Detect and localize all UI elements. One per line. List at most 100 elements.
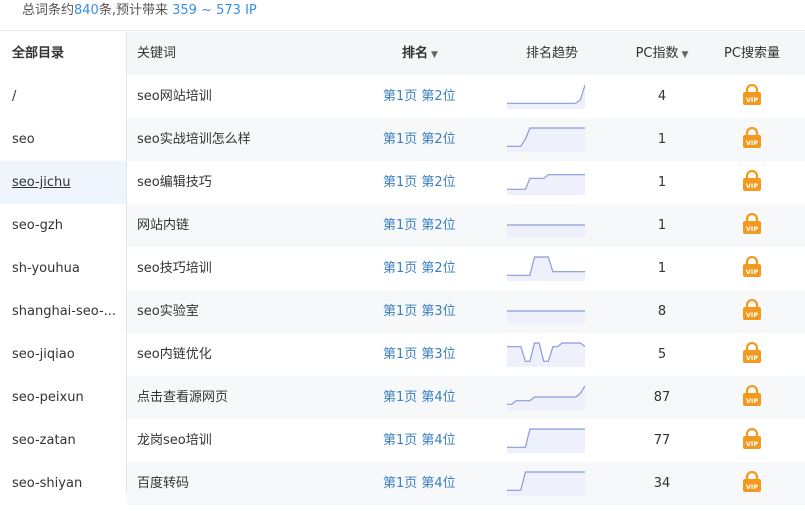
pc-volume-cell: VIP (712, 290, 792, 333)
pc-index-value: 5 (657, 347, 667, 362)
keyword-cell[interactable]: 网站内链 (137, 204, 377, 247)
sparkline-svg (507, 342, 585, 367)
header-rank[interactable]: 排名 ▼ (402, 32, 492, 75)
keyword-cell[interactable]: 点击查看源网页 (137, 376, 377, 419)
sparkline-area (507, 85, 585, 109)
sidebar-title[interactable]: 全部目录 (0, 32, 126, 75)
svg-text:VIP: VIP (746, 268, 758, 276)
svg-text:VIP: VIP (746, 397, 758, 405)
sparkline-svg (507, 256, 585, 281)
rank-link[interactable]: 第1页 第3位 (383, 290, 473, 333)
keyword-cell[interactable]: 龙岗seo培训 (137, 419, 377, 462)
keyword-cell[interactable]: 百度转码 (137, 462, 377, 505)
sidebar-item-seo-jiqiao[interactable]: seo-jiqiao (0, 333, 126, 376)
pc-volume-cell: VIP (712, 376, 792, 419)
vip-lock-icon[interactable]: VIP (742, 127, 762, 149)
sparkline-svg (507, 84, 585, 109)
rank-trend-sparkline (507, 118, 587, 161)
caret-down-icon[interactable]: ▼ (431, 50, 438, 60)
table-header-row: 关键词 排名 ▼ 排名趋势 PC指数 ▼ PC搜索量 (127, 32, 805, 75)
sparkline-area (507, 257, 585, 281)
sparkline-area (507, 311, 585, 324)
summary-tilde: ~ (196, 3, 217, 18)
keyword-cell[interactable]: seo实验室 (137, 290, 377, 333)
keyword-cell[interactable]: seo网站培训 (137, 75, 377, 118)
rank-trend-sparkline (507, 419, 587, 462)
header-pc-volume: PC搜索量 (724, 46, 780, 61)
table-row: seo内链优化 第1页 第3位 5 VIP (127, 333, 805, 376)
rank-trend-sparkline (507, 161, 587, 204)
rank-trend-sparkline (507, 75, 587, 118)
svg-text:VIP: VIP (746, 440, 758, 448)
table-row: seo网站培训 第1页 第2位 4 VIP (127, 75, 805, 118)
vip-lock-icon[interactable]: VIP (742, 256, 762, 278)
sidebar-item-seo-gzh[interactable]: seo-gzh (0, 204, 126, 247)
sidebar-item-seo[interactable]: seo (0, 118, 126, 161)
summary-bar: 总词条约840条,预计带来 359 ~ 573 IP (0, 0, 805, 31)
rank-link[interactable]: 第1页 第4位 (383, 419, 473, 462)
vip-lock-icon[interactable]: VIP (742, 299, 762, 321)
table-row: seo编辑技巧 第1页 第2位 1 VIP (127, 161, 805, 204)
keyword-table: 关键词 排名 ▼ 排名趋势 PC指数 ▼ PC搜索量 seo网站培训 第1页 第2位 4… (127, 32, 805, 505)
svg-text:VIP: VIP (746, 354, 758, 362)
sparkline-svg (507, 471, 585, 496)
rank-trend-sparkline (507, 462, 587, 505)
table-row: seo实验室 第1页 第3位 8 VIP (127, 290, 805, 333)
header-pc-index[interactable]: PC指数 ▼ (627, 32, 697, 75)
directory-sidebar: 全部目录 / seo seo-jichu seo-gzh sh-youhua s… (0, 32, 127, 494)
table-row: 百度转码 第1页 第4位 34 VIP (127, 462, 805, 505)
pc-index-value: 4 (657, 89, 667, 104)
pc-volume-cell: VIP (712, 247, 792, 290)
summary-count: 840 (74, 3, 99, 18)
pc-volume-cell: VIP (712, 462, 792, 505)
sidebar-item-seo-jichu[interactable]: seo-jichu (0, 161, 126, 204)
pc-volume-cell: VIP (712, 333, 792, 376)
sidebar-item-shanghai-seo[interactable]: shanghai-seo-... (0, 290, 126, 333)
sparkline-svg (507, 385, 585, 410)
rank-link[interactable]: 第1页 第4位 (383, 462, 473, 505)
vip-lock-icon[interactable]: VIP (742, 84, 762, 106)
sidebar-item-seo-shiyan[interactable]: seo-shiyan (0, 462, 126, 505)
svg-text:VIP: VIP (746, 96, 758, 104)
table-body: seo网站培训 第1页 第2位 4 VIP seo实战培训怎么样 第1页 第2位 1 VIP s… (127, 75, 805, 505)
pc-volume-cell: VIP (712, 118, 792, 161)
rank-link[interactable]: 第1页 第2位 (383, 204, 473, 247)
vip-lock-icon[interactable]: VIP (742, 342, 762, 364)
keyword-cell[interactable]: seo内链优化 (137, 333, 377, 376)
rank-link[interactable]: 第1页 第4位 (383, 376, 473, 419)
vip-lock-icon[interactable]: VIP (742, 385, 762, 407)
sidebar-item-seo-peixun[interactable]: seo-peixun (0, 376, 126, 419)
rank-trend-sparkline (507, 247, 587, 290)
header-trend: 排名趋势 (525, 46, 578, 61)
sparkline-area (507, 174, 585, 195)
rank-link[interactable]: 第1页 第2位 (383, 161, 473, 204)
svg-text:VIP: VIP (746, 182, 758, 190)
header-keyword: 关键词 (137, 46, 177, 61)
sidebar-item-sh-youhua[interactable]: sh-youhua (0, 247, 126, 290)
pc-index-value: 8 (657, 304, 667, 319)
keyword-cell[interactable]: seo实战培训怎么样 (137, 118, 377, 161)
rank-link[interactable]: 第1页 第3位 (383, 333, 473, 376)
table-row: seo技巧培训 第1页 第2位 1 VIP (127, 247, 805, 290)
rank-link[interactable]: 第1页 第2位 (383, 75, 473, 118)
pc-index-value: 1 (657, 261, 667, 276)
sidebar-item-root[interactable]: / (0, 75, 126, 118)
vip-lock-icon[interactable]: VIP (742, 213, 762, 235)
svg-text:VIP: VIP (746, 225, 758, 233)
header-rank-label: 排名 (402, 46, 429, 61)
rank-link[interactable]: 第1页 第2位 (383, 247, 473, 290)
sparkline-area (507, 128, 585, 152)
vip-lock-icon[interactable]: VIP (742, 170, 762, 192)
vip-lock-icon[interactable]: VIP (742, 471, 762, 493)
keyword-cell[interactable]: seo编辑技巧 (137, 161, 377, 204)
sparkline-svg (507, 174, 585, 195)
rank-trend-sparkline (507, 333, 587, 376)
sidebar-item-seo-zatan[interactable]: seo-zatan (0, 419, 126, 462)
vip-lock-icon[interactable]: VIP (742, 428, 762, 450)
pc-index-value: 1 (657, 132, 667, 147)
pc-volume-cell: VIP (712, 75, 792, 118)
svg-text:VIP: VIP (746, 139, 758, 147)
keyword-cell[interactable]: seo技巧培训 (137, 247, 377, 290)
rank-link[interactable]: 第1页 第2位 (383, 118, 473, 161)
caret-down-icon[interactable]: ▼ (682, 50, 689, 60)
